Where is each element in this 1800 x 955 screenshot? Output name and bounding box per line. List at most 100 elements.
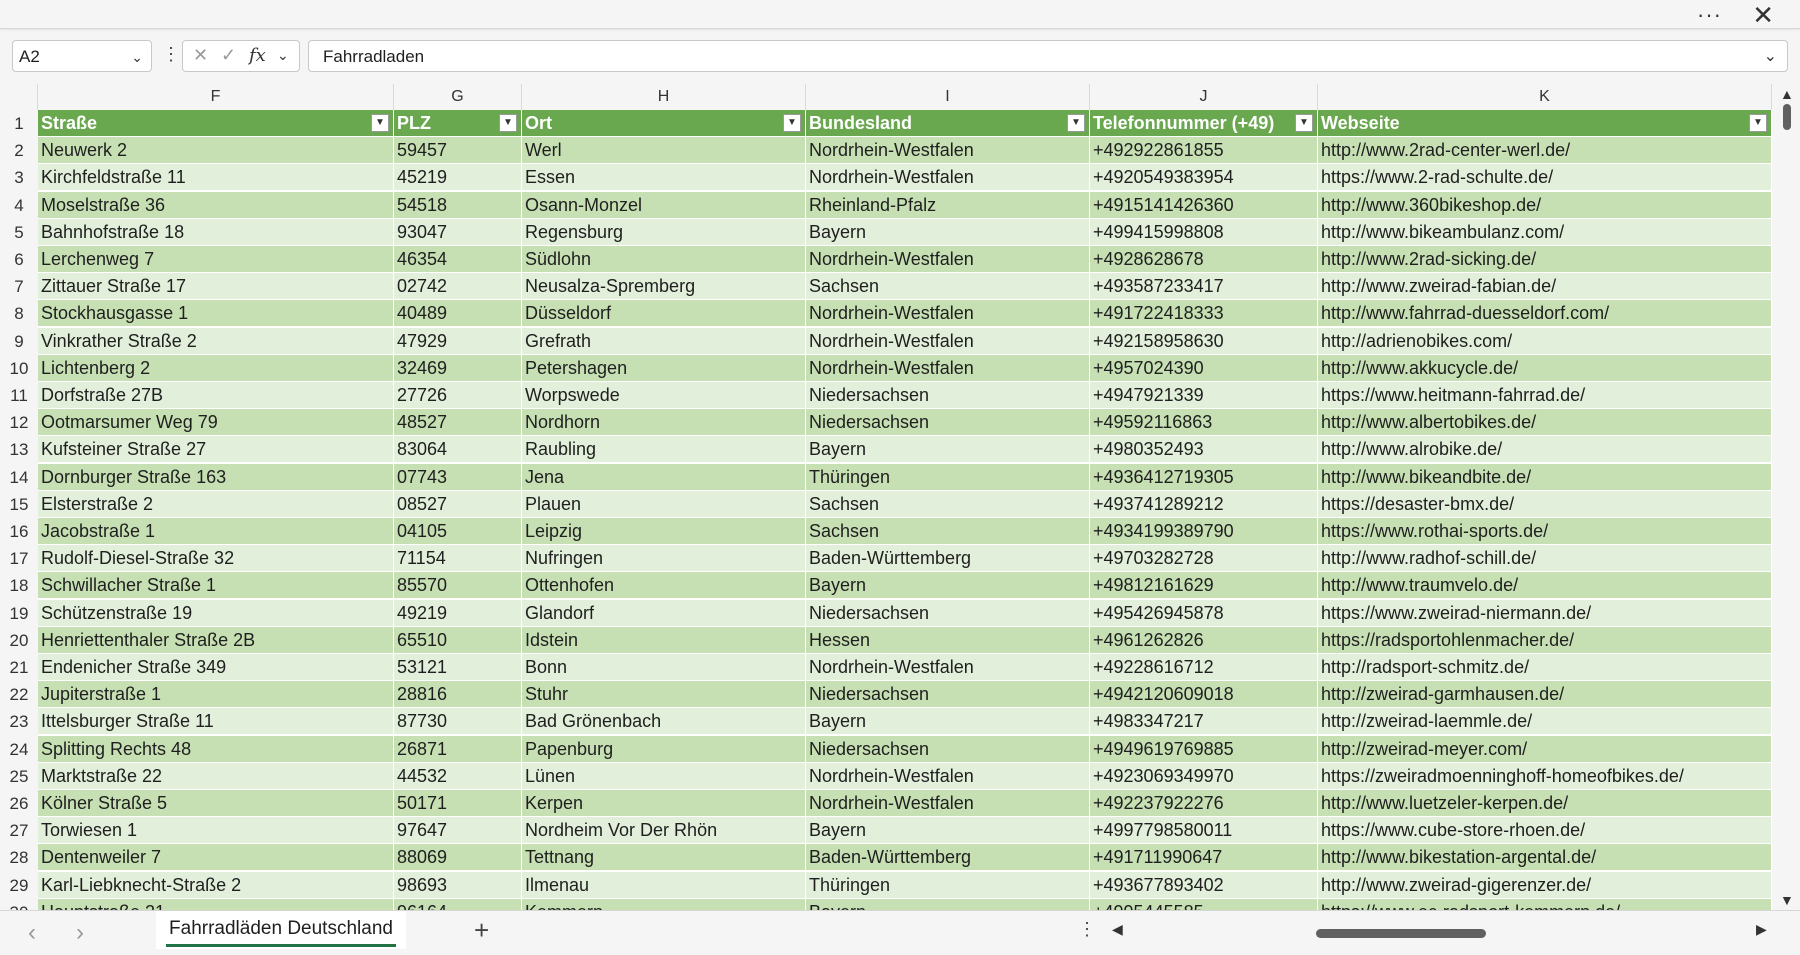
table-cell[interactable]: Nordrhein-Westfalen xyxy=(806,137,1090,165)
table-cell[interactable]: Bayern xyxy=(806,898,1090,910)
table-cell[interactable]: 53121 xyxy=(394,654,522,681)
table-cell[interactable]: Kölner Straße 5 xyxy=(38,790,394,817)
table-cell[interactable]: Niedersachsen xyxy=(806,382,1090,409)
table-cell[interactable]: Kufsteiner Straße 27 xyxy=(38,436,394,464)
table-cell[interactable]: +4995445585 xyxy=(1090,898,1318,910)
row-number[interactable]: 20 xyxy=(0,626,38,654)
table-cell[interactable]: 85570 xyxy=(394,572,522,600)
table-cell[interactable]: Stuhr xyxy=(522,681,806,709)
add-sheet-button[interactable]: + xyxy=(474,915,489,946)
table-cell[interactable]: 48527 xyxy=(394,409,522,437)
row-number[interactable]: 29 xyxy=(0,871,38,899)
table-cell[interactable]: +4934199389790 xyxy=(1090,518,1318,545)
table-cell[interactable]: https://radsportohlenmacher.de/ xyxy=(1318,626,1772,654)
chevron-down-icon[interactable]: ⌄ xyxy=(277,47,289,64)
table-cell[interactable]: +4920549383954 xyxy=(1090,164,1318,192)
table-cell[interactable]: http://www.bikeambulanz.com/ xyxy=(1318,218,1772,246)
table-cell[interactable]: 02742 xyxy=(394,273,522,301)
table-cell[interactable]: Neusalza-Spremberg xyxy=(522,273,806,301)
row-number[interactable]: 28 xyxy=(0,844,38,872)
row-number[interactable]: 23 xyxy=(0,708,38,736)
table-cell[interactable]: Lerchenweg 7 xyxy=(38,246,394,273)
table-cell[interactable]: https://www.heitmann-fahrrad.de/ xyxy=(1318,382,1772,409)
row-number[interactable]: 2 xyxy=(0,137,38,165)
table-cell[interactable]: Ilmenau xyxy=(522,871,806,899)
table-cell[interactable]: Splitting Rechts 48 xyxy=(38,735,394,763)
table-cell[interactable]: +4983347217 xyxy=(1090,708,1318,736)
table-cell[interactable]: 98693 xyxy=(394,871,522,899)
previous-sheet-icon[interactable]: ‹ xyxy=(28,919,36,947)
table-cell[interactable]: Bayern xyxy=(806,218,1090,246)
table-cell[interactable]: +4936412719305 xyxy=(1090,463,1318,491)
table-cell[interactable]: Papenburg xyxy=(522,735,806,763)
table-cell[interactable]: Sachsen xyxy=(806,518,1090,545)
table-cell[interactable]: Nordrhein-Westfalen xyxy=(806,246,1090,273)
row-number[interactable]: 14 xyxy=(0,463,38,491)
table-cell[interactable]: 45219 xyxy=(394,164,522,192)
row-number[interactable]: 11 xyxy=(0,382,38,410)
table-cell[interactable]: Nordheim Vor Der Rhön xyxy=(522,817,806,845)
table-cell[interactable]: Regensburg xyxy=(522,218,806,246)
table-cell[interactable]: http://www.akkucycle.de/ xyxy=(1318,354,1772,382)
table-cell[interactable]: Niedersachsen xyxy=(806,409,1090,437)
table-cell[interactable]: Henriettenthaler Straße 2B xyxy=(38,626,394,654)
row-number[interactable]: 7 xyxy=(0,273,38,301)
table-cell[interactable]: Jacobstraße 1 xyxy=(38,518,394,545)
table-cell[interactable]: Stockhausgasse 1 xyxy=(38,300,394,328)
table-cell[interactable]: +492237922276 xyxy=(1090,790,1318,817)
table-cell[interactable]: https://www.ec-radsport-kemmern.de/ xyxy=(1318,898,1772,910)
row-number[interactable]: 26 xyxy=(0,790,38,818)
row-number[interactable]: 21 xyxy=(0,654,38,682)
table-cell[interactable]: Nordrhein-Westfalen xyxy=(806,354,1090,382)
column-header[interactable]: F xyxy=(38,84,394,110)
row-number[interactable]: 19 xyxy=(0,599,38,627)
table-cell[interactable]: Hessen xyxy=(806,626,1090,654)
row-number[interactable]: 13 xyxy=(0,436,38,464)
table-cell[interactable]: +4915141426360 xyxy=(1090,191,1318,219)
row-number[interactable]: 12 xyxy=(0,409,38,437)
table-cell[interactable]: https://desaster-bmx.de/ xyxy=(1318,490,1772,518)
table-cell[interactable]: Thüringen xyxy=(806,463,1090,491)
table-cell[interactable]: 71154 xyxy=(394,545,522,573)
table-cell[interactable]: 26871 xyxy=(394,735,522,763)
table-cell[interactable]: http://www.luetzeler-kerpen.de/ xyxy=(1318,790,1772,817)
table-cell[interactable]: Lichtenberg 2 xyxy=(38,354,394,382)
table-cell[interactable]: Zittauer Straße 17 xyxy=(38,273,394,301)
vertical-dots-icon[interactable]: ⋮ xyxy=(1078,919,1096,940)
table-cell[interactable]: +4957024390 xyxy=(1090,354,1318,382)
table-cell[interactable]: Niedersachsen xyxy=(806,735,1090,763)
table-cell[interactable]: +492922861855 xyxy=(1090,137,1318,165)
table-cell[interactable]: Baden-Württemberg xyxy=(806,545,1090,573)
table-cell[interactable]: Bayern xyxy=(806,436,1090,464)
table-cell[interactable]: +493741289212 xyxy=(1090,490,1318,518)
chevron-down-icon[interactable]: ⌄ xyxy=(131,41,143,73)
table-cell[interactable]: Glandorf xyxy=(522,599,806,627)
table-cell[interactable]: http://radsport-schmitz.de/ xyxy=(1318,654,1772,681)
filter-dropdown-icon[interactable]: ▼ xyxy=(1067,114,1085,132)
table-cell[interactable]: 83064 xyxy=(394,436,522,464)
table-cell[interactable]: 44532 xyxy=(394,762,522,790)
table-cell[interactable]: Vinkrather Straße 2 xyxy=(38,327,394,355)
column-header[interactable]: H xyxy=(522,84,806,110)
table-cell[interactable]: http://www.radhof-schill.de/ xyxy=(1318,545,1772,573)
next-sheet-icon[interactable]: › xyxy=(76,919,84,947)
table-cell[interactable]: Nordrhein-Westfalen xyxy=(806,654,1090,681)
column-header[interactable]: G xyxy=(394,84,522,110)
table-cell[interactable]: Schützenstraße 19 xyxy=(38,599,394,627)
vertical-dots-icon[interactable]: ⋮ xyxy=(162,44,180,65)
table-cell[interactable]: +4961262826 xyxy=(1090,626,1318,654)
table-cell[interactable]: +4980352493 xyxy=(1090,436,1318,464)
scroll-left-icon[interactable]: ◀ xyxy=(1112,921,1123,938)
row-number[interactable]: 5 xyxy=(0,218,38,246)
table-cell[interactable]: +499415998808 xyxy=(1090,218,1318,246)
scroll-thumb[interactable] xyxy=(1783,104,1791,130)
table-cell[interactable]: http://zweirad-meyer.com/ xyxy=(1318,735,1772,763)
table-cell[interactable]: Nordrhein-Westfalen xyxy=(806,327,1090,355)
table-cell[interactable]: Rudolf-Diesel-Straße 32 xyxy=(38,545,394,573)
table-cell[interactable]: 49219 xyxy=(394,599,522,627)
sheet-tab-active[interactable]: Fahrradläden Deutschland xyxy=(156,911,406,949)
table-cell[interactable]: 65510 xyxy=(394,626,522,654)
table-cell[interactable]: Sachsen xyxy=(806,490,1090,518)
table-cell[interactable]: Osann-Monzel xyxy=(522,191,806,219)
table-cell[interactable]: Kirchfeldstraße 11 xyxy=(38,164,394,192)
